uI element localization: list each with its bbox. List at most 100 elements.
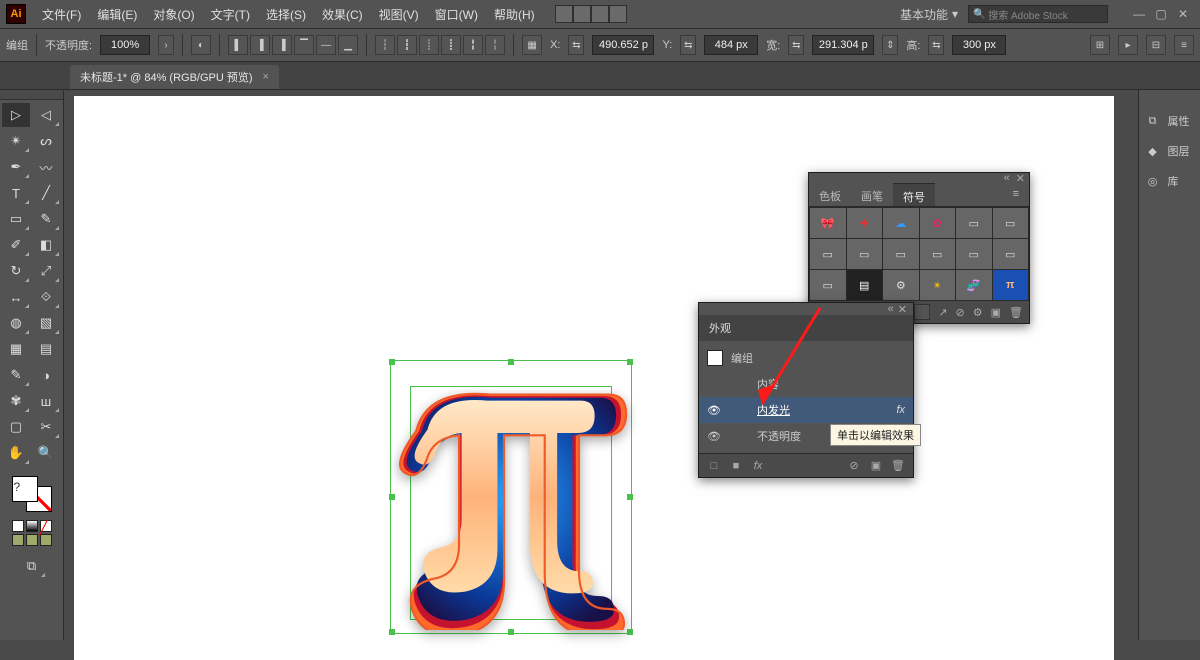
duplicate-icon[interactable]: ▣	[869, 459, 883, 472]
dist-2-icon[interactable]: ┇	[397, 35, 417, 55]
draw-normal-icon[interactable]	[12, 534, 24, 546]
artboard-tool[interactable]: ▢	[2, 415, 30, 439]
w-field[interactable]: 291.304 p	[812, 35, 874, 55]
menu-type[interactable]: 文字(T)	[203, 6, 258, 23]
delete-icon[interactable]: 🗑	[891, 459, 905, 472]
dist-6-icon[interactable]: ╎	[485, 35, 505, 55]
symbol-cell[interactable]: ▭	[883, 239, 919, 269]
gradient-tool[interactable]: ▤	[32, 337, 60, 361]
scale-tool[interactable]: ⤢	[32, 259, 60, 283]
fx-badge[interactable]: fx	[896, 404, 905, 416]
document-tab[interactable]: 未标题-1* @ 84% (RGB/GPU 预览) ×	[70, 65, 279, 89]
arrange-icon[interactable]	[591, 5, 609, 23]
align-top-icon[interactable]: ▔	[294, 35, 314, 55]
symbol-cell[interactable]: ▭	[993, 239, 1029, 269]
add-stroke-icon[interactable]: □	[707, 460, 721, 472]
symbol-cell[interactable]: ▤	[847, 270, 883, 300]
menu-edit[interactable]: 编辑(E)	[89, 6, 145, 23]
dock-libraries[interactable]: ◎库	[1142, 168, 1198, 194]
graph-tool[interactable]: ш	[32, 389, 60, 413]
recolor-icon[interactable]: ◐	[191, 35, 211, 55]
symbol-cell[interactable]: 🧬	[956, 270, 992, 300]
zoom-tool[interactable]: 🔍	[32, 441, 60, 465]
rotate-tool[interactable]: ↻	[2, 259, 30, 283]
maximize-icon[interactable]: ▢	[1154, 7, 1168, 21]
menu-window[interactable]: 窗口(W)	[427, 6, 486, 23]
eraser-tool[interactable]: ◧	[32, 233, 60, 257]
swatch-gradient[interactable]	[26, 520, 38, 532]
dist-4-icon[interactable]: ┋	[441, 35, 461, 55]
free-transform-tool[interactable]: ⟐	[32, 285, 60, 309]
dist-5-icon[interactable]: ╏	[463, 35, 483, 55]
blend-tool[interactable]: ◑	[32, 363, 60, 387]
align-hcenter-icon[interactable]: ▐	[250, 35, 270, 55]
pref-menu-icon[interactable]: ≡	[1174, 35, 1194, 55]
rectangle-tool[interactable]: ▭	[2, 207, 30, 231]
slice-tool[interactable]: ✂	[32, 415, 60, 439]
eyedropper-tool[interactable]: ✎	[2, 363, 30, 387]
menu-help[interactable]: 帮助(H)	[486, 6, 543, 23]
panel-close-icon[interactable]: ✕	[898, 303, 907, 316]
symbol-cell[interactable]: ✿	[920, 208, 956, 238]
dock-layers[interactable]: ◆图层	[1142, 138, 1198, 164]
constrain-icon[interactable]: ⇕	[882, 35, 898, 55]
clear-icon[interactable]: ⊘	[847, 459, 861, 472]
symbol-delete-icon[interactable]: 🗑	[1009, 306, 1023, 319]
symbol-cell[interactable]: ▭	[993, 208, 1029, 238]
visibility-icon[interactable]: 👁	[707, 404, 721, 417]
symbol-cell[interactable]: ☁	[883, 208, 919, 238]
panel-menu-icon[interactable]: ≡	[1003, 183, 1029, 206]
w-link-icon[interactable]: ⇆	[788, 35, 804, 55]
curvature-tool[interactable]: 〰	[32, 155, 60, 179]
swatch-solid[interactable]	[12, 520, 24, 532]
minimize-icon[interactable]: —	[1132, 7, 1146, 21]
type-tool[interactable]: T	[2, 181, 30, 205]
workspace-switcher[interactable]: 基本功能▾	[900, 6, 958, 23]
pref-2-icon[interactable]: ▸	[1118, 35, 1138, 55]
add-fill-icon[interactable]: ■	[729, 460, 743, 472]
symbol-new-icon[interactable]: ▣	[991, 306, 1001, 319]
swatch-none[interactable]: ╱	[40, 520, 52, 532]
line-tool[interactable]: ╱	[32, 181, 60, 205]
transform-icon[interactable]: ▦	[522, 35, 542, 55]
visibility-icon[interactable]: 👁	[707, 430, 721, 443]
magic-wand-tool[interactable]: ✴	[2, 129, 30, 153]
menu-object[interactable]: 对象(O)	[145, 6, 202, 23]
gpu-icon[interactable]	[609, 5, 627, 23]
color-well[interactable]: ?	[10, 474, 54, 514]
dist-3-icon[interactable]: ┊	[419, 35, 439, 55]
symbol-cell[interactable]: 🎀	[810, 208, 846, 238]
align-bottom-icon[interactable]: ▁	[338, 35, 358, 55]
symbol-cell[interactable]: ▭	[847, 239, 883, 269]
symbol-cell[interactable]: ▭	[810, 239, 846, 269]
opacity-more-icon[interactable]: ›	[158, 35, 174, 55]
opacity-field[interactable]: 100%	[100, 35, 150, 55]
close-icon[interactable]: ✕	[1176, 7, 1190, 21]
perspective-tool[interactable]: ▧	[32, 311, 60, 335]
menu-effect[interactable]: 效果(C)	[314, 6, 371, 23]
paintbrush-tool[interactable]: ✎	[32, 207, 60, 231]
search-input[interactable]: 🔍 搜索 Adobe Stock	[968, 5, 1108, 23]
symbol-cell[interactable]: ▭	[956, 208, 992, 238]
x-field[interactable]: 490.652 p	[592, 35, 654, 55]
symbol-break-icon[interactable]: ⊘	[956, 306, 965, 319]
x-link-icon[interactable]: ⇆	[568, 35, 584, 55]
symbol-cell[interactable]: ⚙	[883, 270, 919, 300]
menu-file[interactable]: 文件(F)	[34, 6, 89, 23]
symbol-cell[interactable]: ▭	[956, 239, 992, 269]
menu-view[interactable]: 视图(V)	[371, 6, 427, 23]
screen-mode-tool[interactable]: ⧉	[18, 554, 46, 578]
mesh-tool[interactable]: ▦	[2, 337, 30, 361]
add-effect-icon[interactable]: fx	[751, 460, 765, 472]
appearance-row-group[interactable]: 编组	[699, 345, 913, 371]
tab-swatches[interactable]: 色板	[809, 183, 851, 206]
symbol-place-icon[interactable]: ↗	[938, 306, 947, 319]
draw-behind-icon[interactable]	[26, 534, 38, 546]
symbol-cell[interactable]: π	[993, 270, 1029, 300]
menu-select[interactable]: 选择(S)	[258, 6, 314, 23]
symbol-sprayer-tool[interactable]: ✾	[2, 389, 30, 413]
symbol-cell[interactable]: ✴	[920, 270, 956, 300]
dock-properties[interactable]: ⧉属性	[1142, 108, 1198, 134]
tab-close-icon[interactable]: ×	[263, 71, 269, 83]
shape-builder-tool[interactable]: ◍	[2, 311, 30, 335]
